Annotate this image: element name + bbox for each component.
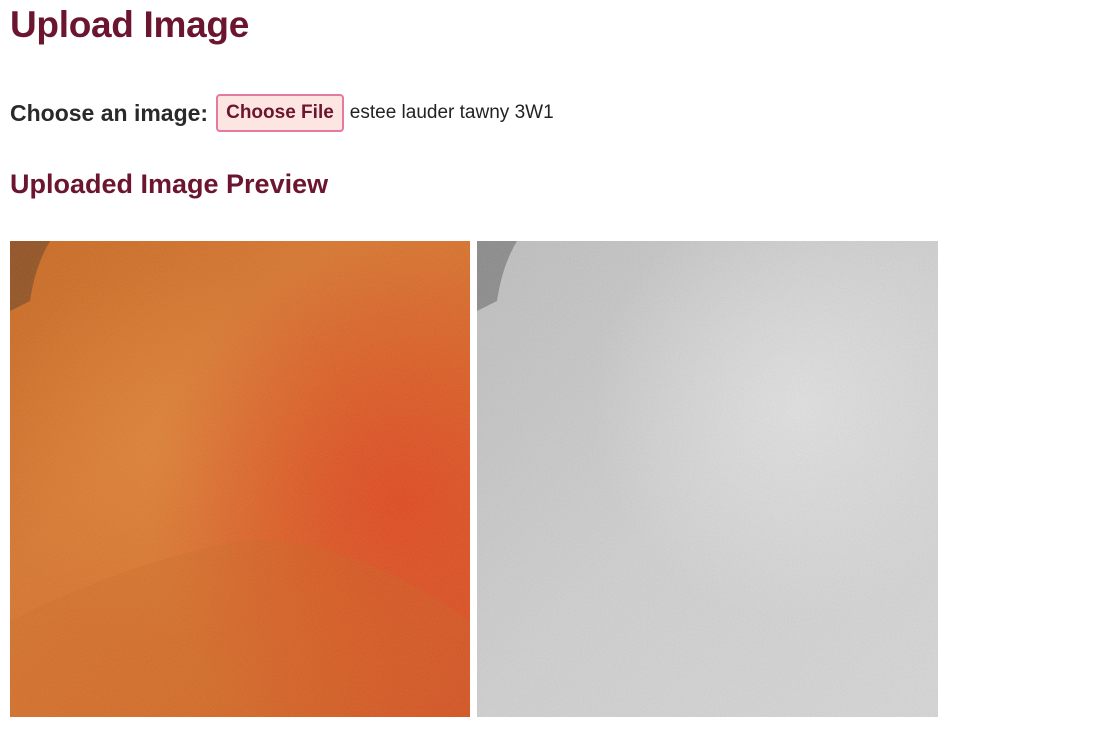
choose-file-button[interactable]: Choose File bbox=[216, 94, 344, 132]
color-skin-preview bbox=[10, 241, 470, 717]
upload-label: Choose an image: bbox=[10, 99, 209, 126]
selected-file-name: estee lauder tawny 3W1 bbox=[349, 102, 554, 123]
page-title: Upload Image bbox=[10, 4, 249, 45]
grayscale-skin-preview bbox=[477, 241, 938, 717]
upload-row: Choose an image: Choose File estee laude… bbox=[10, 93, 554, 133]
preview-heading: Uploaded Image Preview bbox=[10, 169, 329, 199]
